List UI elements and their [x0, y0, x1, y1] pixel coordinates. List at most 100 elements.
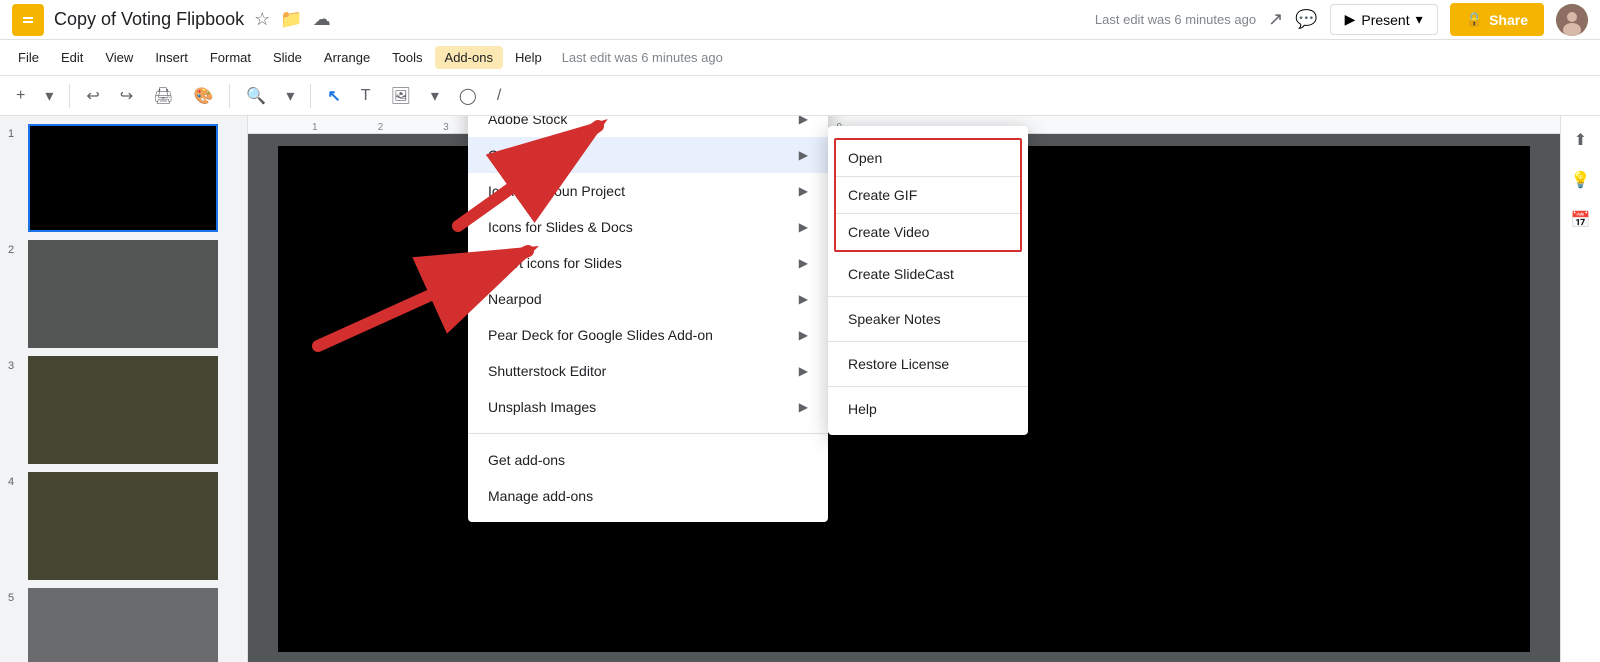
app-icon — [12, 4, 44, 36]
present-icon: ▶ — [1345, 11, 1356, 28]
pear-deck-label: Pear Deck for Google Slides Add-on — [488, 327, 713, 343]
trending-icon: ↗ — [1268, 9, 1283, 30]
menu-get-addons[interactable]: Get add-ons — [468, 442, 828, 478]
toolbar-divider-3 — [310, 84, 311, 108]
main-layout: 1 2 3 4 5 1 2 3 4 5 6 7 8 — [0, 116, 1600, 662]
get-addons-label: Get add-ons — [488, 452, 565, 468]
unsplash-arrow: ▶ — [799, 400, 808, 414]
menu-edit[interactable]: Edit — [51, 46, 93, 69]
slide-thumb-3: 3 — [8, 356, 239, 464]
creator-studio-submenu: Open Create GIF Create Video Create Slid… — [828, 126, 1028, 435]
toolbar-dropdown[interactable]: ▾ — [37, 82, 61, 110]
menu-help[interactable]: Help — [505, 46, 552, 69]
menu-view[interactable]: View — [95, 46, 143, 69]
star-icon[interactable]: ☆ — [254, 9, 270, 30]
menu-insert[interactable]: Insert — [145, 46, 198, 69]
creator-studio-label: Creator Studio — [488, 147, 578, 163]
menu-arrange[interactable]: Arrange — [314, 46, 380, 69]
insert-icons-slides-label: Insert icons for Slides — [488, 255, 622, 271]
slide-image-2[interactable] — [28, 240, 218, 348]
submenu-speaker-notes[interactable]: Speaker Notes — [828, 301, 1028, 337]
avatar — [1556, 4, 1588, 36]
icons-noun-arrow: ▶ — [799, 184, 808, 198]
manage-addons-label: Manage add-ons — [488, 488, 593, 504]
submenu-restore-license[interactable]: Restore License — [828, 346, 1028, 382]
toolbar: + ▾ ↩ ↪ 🖨 🎨 🔍 ▾ ↖ T 🖼 ▾ ◯ / — [0, 76, 1600, 116]
menu-unsplash[interactable]: Unsplash Images ▶ — [468, 389, 828, 425]
share-label: Share — [1489, 12, 1528, 28]
toolbar-redo[interactable]: ↪ — [112, 82, 141, 110]
nearpod-arrow: ▶ — [799, 292, 808, 306]
adobe-stock-arrow: ▶ — [799, 116, 808, 126]
menu-shutterstock[interactable]: Shutterstock Editor ▶ — [468, 353, 828, 389]
comment-icon[interactable]: 💬 — [1295, 9, 1317, 30]
menu-file[interactable]: File — [8, 46, 49, 69]
toolbar-image-dropdown[interactable]: ▾ — [423, 82, 447, 110]
menu-adobe-stock[interactable]: Adobe Stock ▶ — [468, 116, 828, 137]
unsplash-label: Unsplash Images — [488, 399, 596, 415]
toolbar-divider-1 — [69, 84, 70, 108]
icons-slides-docs-arrow: ▶ — [799, 220, 808, 234]
title-icons: ☆ 📁 ☁ — [254, 9, 331, 30]
submenu-create-gif[interactable]: Create GIF — [836, 177, 1020, 213]
doc-title: Copy of Voting Flipbook — [54, 9, 244, 30]
folder-icon[interactable]: 📁 — [280, 9, 302, 30]
title-bar: Copy of Voting Flipbook ☆ 📁 ☁ Last edit … — [0, 0, 1600, 40]
sidebar-collapse-icon[interactable]: ⬆ — [1565, 124, 1597, 156]
menu-addons[interactable]: Add-ons — [435, 46, 503, 69]
slide-thumb-4: 4 — [8, 472, 239, 580]
slide-thumb-5: 5 — [8, 588, 239, 662]
menu-manage-addons[interactable]: Manage add-ons — [468, 478, 828, 514]
menu-creator-studio[interactable]: Creator Studio ▶ — [468, 137, 828, 173]
sidebar-trending-icon[interactable]: 💡 — [1565, 164, 1597, 196]
submenu-create-video[interactable]: Create Video — [836, 214, 1020, 250]
toolbar-text[interactable]: T — [353, 83, 379, 109]
menu-slide[interactable]: Slide — [263, 46, 312, 69]
adobe-stock-label: Adobe Stock — [488, 116, 567, 127]
toolbar-zoom[interactable]: 🔍 — [238, 82, 274, 110]
toolbar-print[interactable]: 🖨 — [145, 82, 181, 110]
toolbar-zoom-dropdown[interactable]: ▾ — [278, 82, 302, 110]
slide-num-1: 1 — [8, 124, 22, 140]
slide-num-5: 5 — [8, 588, 22, 604]
toolbar-shape[interactable]: ◯ — [451, 82, 485, 110]
pear-deck-arrow: ▶ — [799, 328, 808, 342]
menu-pear-deck[interactable]: Pear Deck for Google Slides Add-on ▶ — [468, 317, 828, 353]
sidebar-calendar-icon[interactable]: 📅 — [1565, 204, 1597, 236]
share-button[interactable]: 🔒 Share — [1450, 3, 1544, 36]
menu-icons-slides-docs[interactable]: Icons for Slides & Docs ▶ — [468, 209, 828, 245]
shutterstock-arrow: ▶ — [799, 364, 808, 378]
menu-nearpod[interactable]: Nearpod ▶ — [468, 281, 828, 317]
title-right: Last edit was 6 minutes ago ↗ 💬 ▶ Presen… — [1095, 3, 1588, 36]
submenu-help[interactable]: Help — [828, 391, 1028, 427]
dropdown-divider-2 — [468, 433, 828, 434]
right-sidebar: ⬆ 💡 📅 — [1560, 116, 1600, 662]
toolbar-paintformat[interactable]: 🎨 — [186, 82, 222, 110]
slide-num-4: 4 — [8, 472, 22, 488]
slide-image-1[interactable] — [28, 124, 218, 232]
last-edit: Last edit was 6 minutes ago — [1095, 12, 1256, 27]
slide-image-4[interactable] — [28, 472, 218, 580]
insert-icons-arrow: ▶ — [799, 256, 808, 270]
present-dropdown-arrow: ▾ — [1416, 11, 1423, 28]
submenu-open[interactable]: Open — [836, 140, 1020, 176]
present-button[interactable]: ▶ Present ▾ — [1330, 4, 1438, 35]
menu-format[interactable]: Format — [200, 46, 261, 69]
toolbar-divider-2 — [229, 84, 230, 108]
toolbar-image[interactable]: 🖼 — [383, 82, 419, 110]
addons-menu-dropdown: Document add-ons Adobe Stock ▶ Creator S… — [468, 116, 828, 522]
toolbar-add[interactable]: + — [8, 83, 33, 109]
submenu-create-slidecast[interactable]: Create SlideCast — [828, 256, 1028, 292]
slide-image-3[interactable] — [28, 356, 218, 464]
toolbar-select[interactable]: ↖ — [319, 82, 348, 110]
toolbar-line[interactable]: / — [489, 83, 509, 109]
submenu-outlined-group: Open Create GIF Create Video — [834, 138, 1022, 252]
cloud-icon[interactable]: ☁ — [313, 9, 331, 30]
slide-image-5[interactable] — [28, 588, 218, 662]
menu-tools[interactable]: Tools — [382, 46, 432, 69]
menu-insert-icons-slides[interactable]: Insert icons for Slides ▶ — [468, 245, 828, 281]
menu-icons-noun-project[interactable]: Icons by Noun Project ▶ — [468, 173, 828, 209]
toolbar-undo[interactable]: ↩ — [78, 82, 107, 110]
slide-thumb-1: 1 — [8, 124, 239, 232]
slide-num-2: 2 — [8, 240, 22, 256]
